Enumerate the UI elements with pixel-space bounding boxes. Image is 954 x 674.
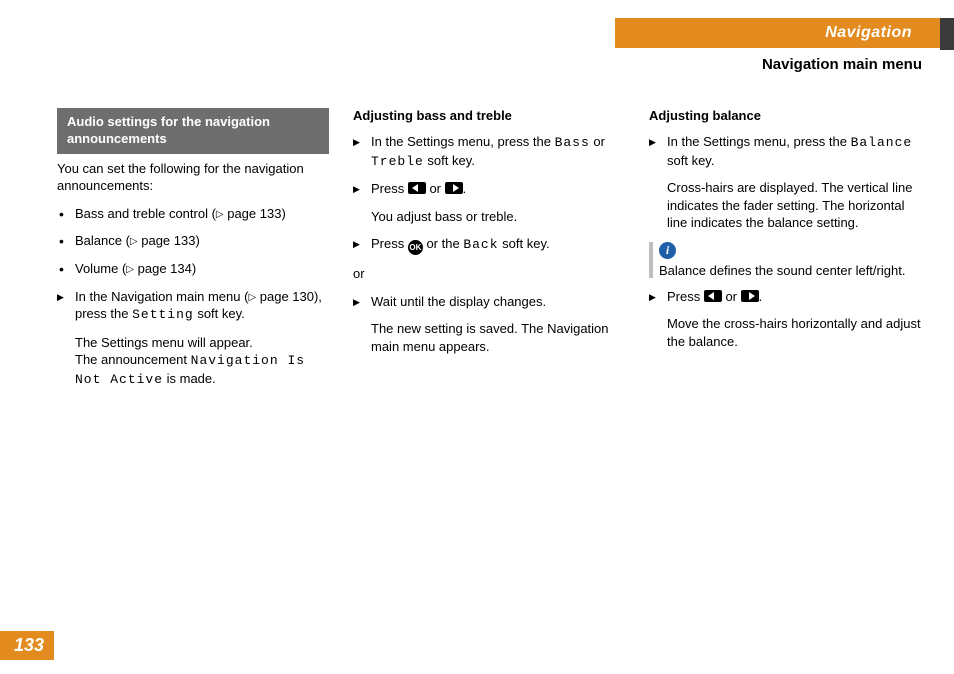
procedure: In the Settings menu, press the Bass or … xyxy=(353,133,625,198)
list-item: Volume ( page 134) xyxy=(57,260,329,278)
page-number: 133 xyxy=(0,631,54,660)
column-2: Adjusting bass and treble In the Setting… xyxy=(353,108,625,394)
procedure: Wait until the display changes. xyxy=(353,293,625,311)
pageref-icon xyxy=(216,206,224,221)
step-item: Wait until the display changes. xyxy=(353,293,625,311)
options-list: Bass and treble control ( page 133) Bala… xyxy=(57,205,329,278)
procedure: In the Navigation main menu ( page 130),… xyxy=(57,288,329,324)
pageref-icon xyxy=(130,233,138,248)
left-button-icon xyxy=(704,290,722,302)
result-text: Move the cross-hairs horizontally and ad… xyxy=(649,315,921,350)
or-text: or xyxy=(353,265,625,283)
subsection-heading: Adjusting balance xyxy=(649,108,921,123)
chapter-label: Navigation xyxy=(615,18,940,48)
step-item: In the Settings menu, press the Balance … xyxy=(649,133,921,169)
procedure: In the Settings menu, press the Balance … xyxy=(649,133,921,169)
result-text: The Settings menu will appear. The annou… xyxy=(57,334,329,389)
content-columns: Audio settings for the navigation announ… xyxy=(57,108,922,394)
step-item: In the Navigation main menu ( page 130),… xyxy=(57,288,329,324)
info-icon: i xyxy=(659,242,676,259)
left-button-icon xyxy=(408,182,426,194)
column-3: Adjusting balance In the Settings menu, … xyxy=(649,108,921,394)
step-item: Press OK or the Back soft key. xyxy=(353,235,625,255)
column-1: Audio settings for the navigation announ… xyxy=(57,108,329,394)
list-item: Balance ( page 133) xyxy=(57,232,329,250)
info-text: Balance defines the sound center left/ri… xyxy=(659,263,921,278)
section-title: Navigation main menu xyxy=(762,56,922,73)
ok-button-icon: OK xyxy=(408,240,423,255)
result-text: The new setting is saved. The Navigation… xyxy=(353,320,625,355)
step-item: In the Settings menu, press the Bass or … xyxy=(353,133,625,170)
thumb-tab xyxy=(940,18,954,50)
right-button-icon xyxy=(445,182,463,194)
procedure: Press OK or the Back soft key. xyxy=(353,235,625,255)
step-item: Press or . xyxy=(353,180,625,198)
list-item: Bass and treble control ( page 133) xyxy=(57,205,329,223)
pageref-icon xyxy=(126,261,134,276)
right-button-icon xyxy=(741,290,759,302)
pageref-icon xyxy=(248,289,256,304)
topic-heading-box: Audio settings for the navigation announ… xyxy=(57,108,329,154)
step-item: Press or . xyxy=(649,288,921,306)
result-text: You adjust bass or treble. xyxy=(353,208,625,226)
procedure: Press or . xyxy=(649,288,921,306)
subsection-heading: Adjusting bass and treble xyxy=(353,108,625,123)
result-text: Cross-hairs are displayed. The vertical … xyxy=(649,179,921,232)
info-note: i Balance defines the sound center left/… xyxy=(649,242,921,278)
intro-text: You can set the following for the naviga… xyxy=(57,160,329,195)
